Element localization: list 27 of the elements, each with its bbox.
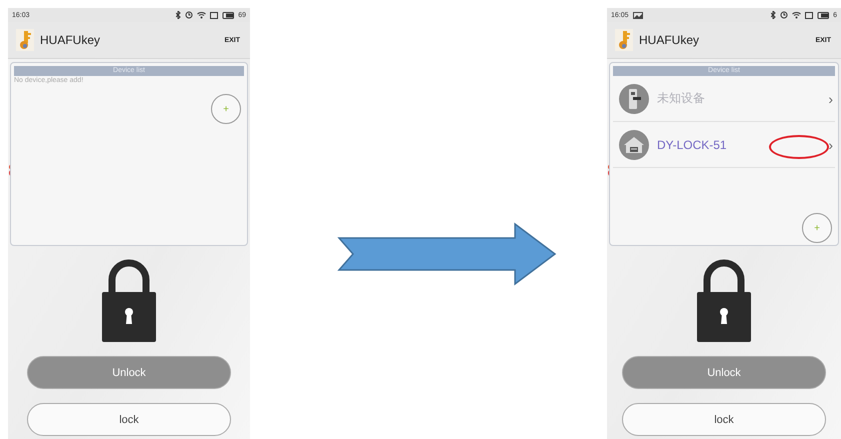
wifi-icon	[197, 11, 206, 19]
device-row[interactable]: 未知设备 ›	[613, 76, 835, 122]
alarm-icon	[780, 11, 788, 19]
lock-button[interactable]: lock	[622, 403, 826, 436]
device-name: DY-LOCK-51	[657, 138, 728, 152]
square-icon	[805, 12, 814, 18]
right-arrow-icon	[337, 222, 557, 286]
app-title: HUAFUkey	[639, 33, 700, 47]
alarm-icon	[185, 11, 194, 19]
device-row[interactable]: DY-LOCK-51 ›	[613, 122, 835, 168]
bluetooth-icon	[176, 11, 182, 19]
padlock-icon	[102, 258, 156, 342]
device-name: 未知设备	[657, 90, 706, 107]
battery-icon	[222, 12, 234, 18]
square-icon	[210, 12, 218, 18]
key-logo-icon	[615, 29, 633, 51]
chevron-icon: ›	[828, 90, 835, 106]
battery-icon	[817, 12, 830, 18]
wifi-icon	[792, 11, 802, 19]
app-title: HUAFUkey	[40, 33, 102, 47]
door-lock-icon	[619, 84, 649, 114]
lock-button[interactable]: lock	[27, 403, 231, 436]
key-logo-icon	[16, 29, 34, 51]
padlock-icon	[697, 258, 751, 342]
house-icon	[619, 130, 649, 160]
chevron-icon: ›	[828, 136, 835, 152]
bluetooth-icon	[771, 11, 776, 19]
